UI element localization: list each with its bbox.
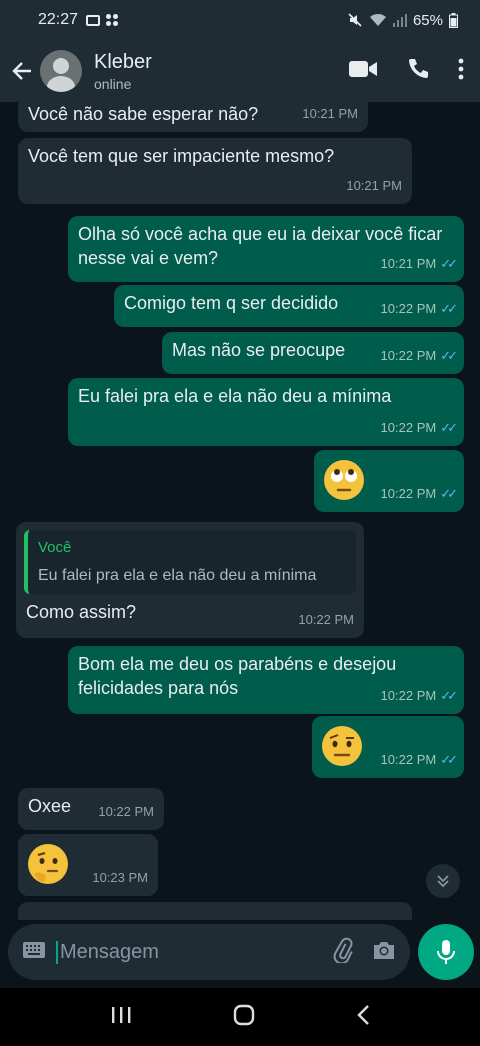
battery-percent: 65%	[412, 11, 443, 29]
message-outgoing[interactable]: Eu falei pra ela e ela não deu a mínima …	[68, 378, 464, 446]
battery-icon	[449, 12, 458, 28]
chat-header: Kleber online	[0, 40, 480, 102]
video-call-icon[interactable]	[348, 58, 378, 85]
back-arrow-icon[interactable]	[10, 59, 34, 83]
rolling-eyes-emoji-icon	[324, 460, 364, 500]
message-outgoing[interactable]: Bom ela me deu os parabéns e desejou fel…	[68, 646, 464, 714]
video-notification-icon	[86, 14, 101, 26]
message-incoming-partial[interactable]	[18, 902, 412, 920]
home-icon[interactable]	[233, 1004, 255, 1031]
raised-eyebrow-emoji-icon	[322, 726, 362, 766]
read-receipt-icon: ✓✓	[440, 420, 458, 435]
message-outgoing[interactable]: Olha só você acha que eu ia deixar você …	[68, 216, 464, 282]
message-incoming-reply[interactable]: Você Eu falei pra ela e ela não deu a mí…	[16, 522, 364, 638]
message-outgoing[interactable]: Mas não se preocupe 10:22 PM ✓✓	[162, 332, 464, 374]
read-receipt-icon: ✓✓	[440, 486, 458, 501]
message-outgoing-emoji[interactable]: 10:22 PM ✓✓	[312, 716, 464, 778]
contact-status: online	[94, 75, 132, 92]
recent-apps-icon[interactable]	[110, 1005, 132, 1030]
read-receipt-icon: ✓✓	[440, 688, 458, 703]
scroll-down-button[interactable]	[426, 864, 460, 898]
keyboard-icon[interactable]	[22, 941, 46, 964]
message-incoming[interactable]: Oxee 10:22 PM	[18, 788, 164, 830]
microphone-icon	[437, 940, 455, 964]
mute-icon	[348, 13, 362, 27]
read-receipt-icon: ✓✓	[440, 752, 458, 767]
voice-message-button[interactable]	[418, 924, 474, 980]
message-placeholder: Mensagem	[56, 940, 330, 964]
camera-icon[interactable]	[372, 939, 396, 966]
thinking-face-emoji-icon	[28, 844, 68, 884]
message-input[interactable]: Mensagem	[8, 924, 410, 980]
message-outgoing-emoji[interactable]: 10:22 PM ✓✓	[314, 450, 464, 512]
read-receipt-icon: ✓✓	[440, 301, 458, 316]
app-grid-icon	[106, 14, 119, 26]
system-nav-bar	[0, 988, 480, 1046]
quoted-message[interactable]: Você Eu falei pra ela e ela não deu a mí…	[24, 530, 356, 594]
avatar[interactable]	[40, 50, 82, 92]
message-incoming-emoji[interactable]: 10:23 PM	[18, 834, 158, 896]
message-outgoing[interactable]: Comigo tem q ser decidido 10:22 PM ✓✓	[114, 285, 464, 327]
compose-bar: Mensagem	[0, 920, 480, 988]
more-options-icon[interactable]	[458, 58, 464, 85]
attach-icon[interactable]	[330, 937, 354, 968]
message-incoming[interactable]: Você não sabe esperar não? 10:21 PM	[18, 102, 368, 132]
message-incoming[interactable]: Você tem que ser impaciente mesmo? 10:21…	[18, 138, 412, 204]
contact-name: Kleber	[94, 50, 152, 73]
status-time: 22:27	[38, 11, 79, 28]
double-chevron-down-icon	[437, 875, 449, 888]
wifi-icon	[369, 13, 386, 26]
signal-icon	[392, 14, 407, 27]
chat-area[interactable]: Você não sabe esperar não? 10:21 PM Você…	[0, 102, 480, 920]
read-receipt-icon: ✓✓	[440, 256, 458, 271]
read-receipt-icon: ✓✓	[440, 348, 458, 363]
status-bar: 22:27 65%	[0, 0, 480, 40]
contact-info[interactable]: Kleber online	[94, 51, 152, 92]
phone-call-icon[interactable]	[406, 57, 430, 86]
back-nav-icon[interactable]	[356, 1004, 370, 1031]
